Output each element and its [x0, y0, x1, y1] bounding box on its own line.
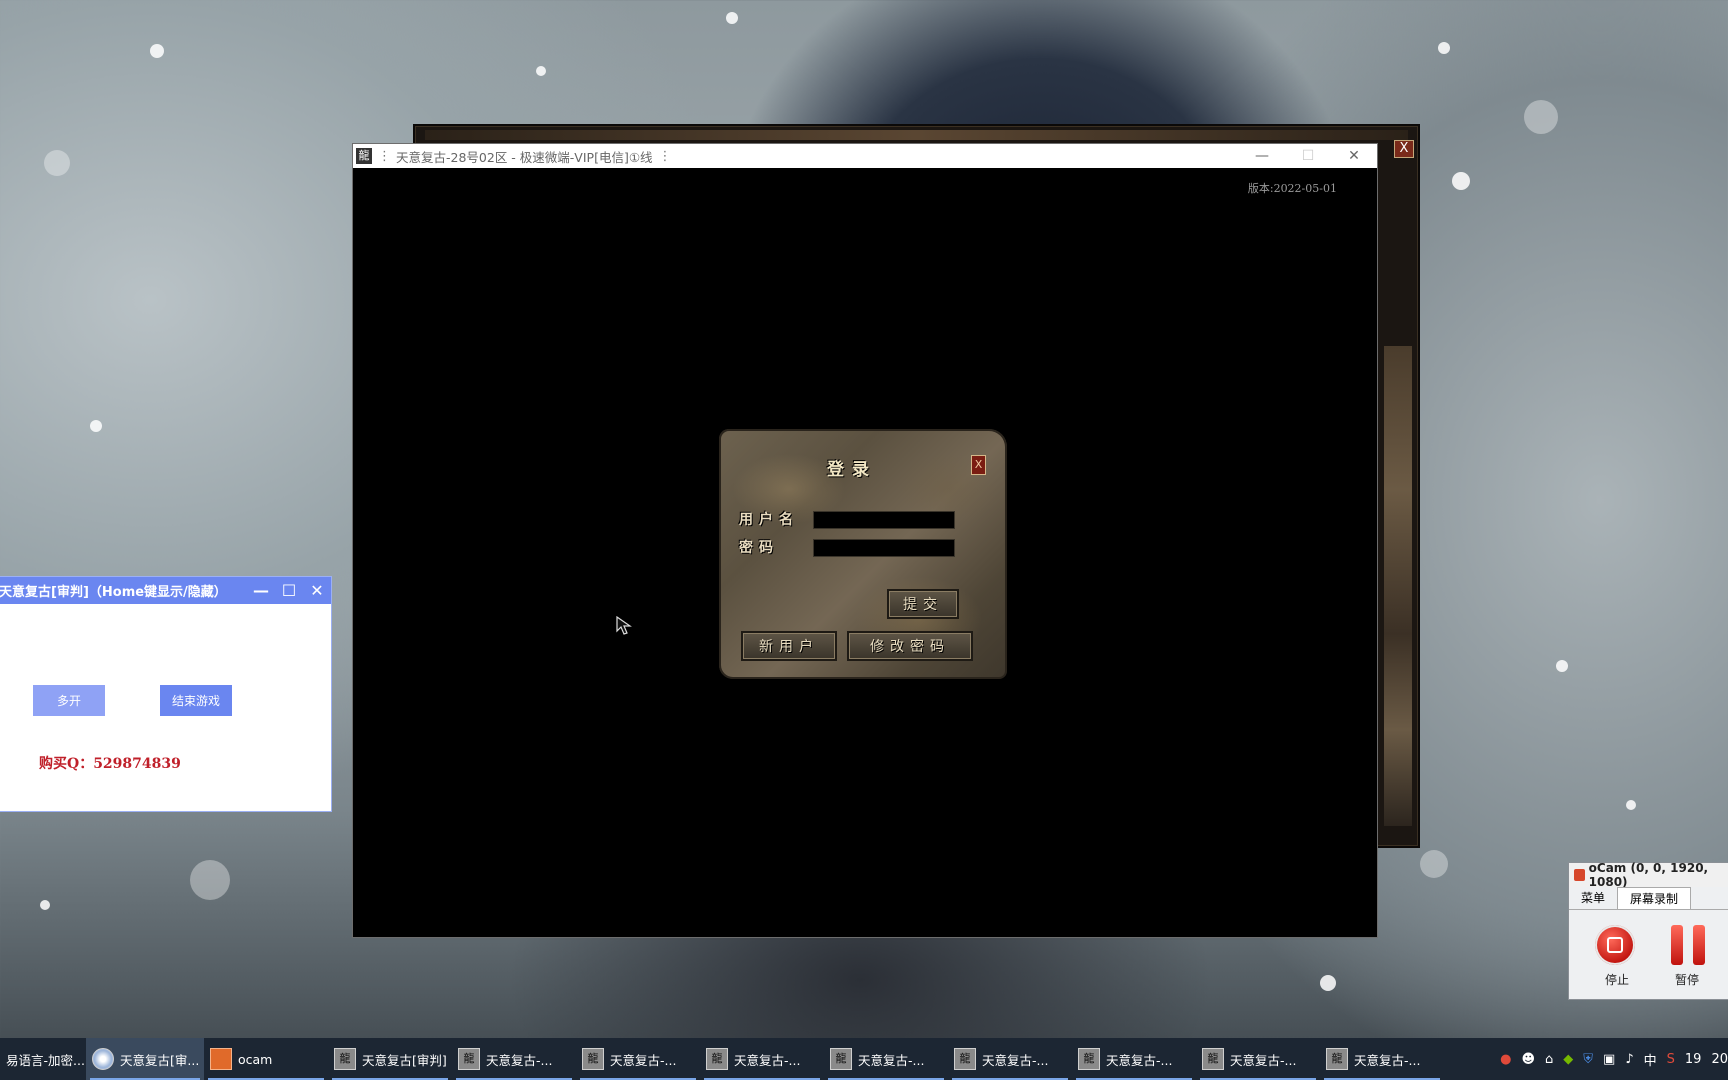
game-icon: 龍	[706, 1048, 728, 1070]
stop-record-icon[interactable]	[1595, 925, 1635, 965]
taskbar-item[interactable]: 龍 天意复古-...	[948, 1038, 1072, 1080]
new-user-button[interactable]: 新用户	[741, 631, 837, 661]
camera-icon	[210, 1048, 232, 1070]
pause-label: 暂停	[1675, 973, 1700, 987]
username-label: 用户名	[739, 512, 799, 528]
taskbar-item[interactable]: 天意复古[审...	[86, 1038, 204, 1080]
game-window-title: 天意复古-28号02区 - 极速微端-VIP[电信]①线	[396, 149, 653, 165]
taskbar-item-label: ocam	[238, 1051, 273, 1067]
taskbar-item-label: 天意复古[审...	[120, 1052, 200, 1068]
helper-titlebar[interactable]: 天意复古[审判]（Home键显示/隐藏） — ☐ ✕	[0, 577, 331, 604]
taskbar: 易语言-加密... 天意复古[审... ocam 龍 天意复古[审判] 龍 天意…	[0, 1038, 1728, 1080]
taskbar-item[interactable]: 龍 天意复古-...	[452, 1038, 576, 1080]
game-icon: 龍	[1202, 1048, 1224, 1070]
clock-time[interactable]: 19	[1685, 1052, 1702, 1067]
login-dialog: 登录 X 用户名 密码 提交 新用户 修改密码	[719, 429, 1007, 679]
stop-label: 停止	[1605, 973, 1630, 987]
minimize-button[interactable]: —	[1239, 144, 1285, 168]
password-label: 密码	[739, 540, 779, 556]
game-titlebar[interactable]: 龍 ⋮ 天意复古-28号02区 - 极速微端-VIP[电信]①线 ⋮ — ☐ ✕	[353, 144, 1377, 168]
taskbar-item[interactable]: 龍 天意复古-...	[1072, 1038, 1196, 1080]
version-label: 版本:2022-05-01	[1247, 182, 1337, 195]
game-icon: 龍	[1326, 1048, 1348, 1070]
game-icon: 龍	[1078, 1048, 1100, 1070]
taskbar-item[interactable]: 易语言-加密...	[0, 1038, 86, 1080]
game-icon: 龍	[954, 1048, 976, 1070]
taskbar-item-label: 天意复古-...	[858, 1052, 925, 1068]
taskbar-item-label: 天意复古[审判]	[362, 1052, 447, 1068]
nvidia-tray-icon[interactable]: ◆	[1563, 1052, 1573, 1067]
background-close-button[interactable]: X	[1394, 140, 1414, 158]
taskbar-item-label: 天意复古-...	[1230, 1052, 1297, 1068]
username-input[interactable]	[813, 511, 955, 529]
penguin-tray-icon[interactable]: ☻	[1521, 1052, 1535, 1067]
game-icon: 龍	[334, 1048, 356, 1070]
taskbar-item[interactable]: 龍 天意复古-...	[1320, 1038, 1444, 1080]
sogou-tray-icon[interactable]: S	[1667, 1052, 1675, 1067]
network-tray-icon[interactable]: ⌂	[1545, 1052, 1553, 1067]
title-separator: ⋮	[378, 148, 391, 164]
taskbar-item[interactable]: 龍 天意复古[审判]	[328, 1038, 452, 1080]
helper-maximize-button[interactable]: ☐	[275, 577, 303, 604]
disc-icon	[92, 1048, 114, 1070]
ocam-title: oCam (0, 0, 1920, 1080)	[1588, 861, 1709, 889]
helper-title: 天意复古[审判]（Home键显示/隐藏）	[0, 585, 227, 600]
taskbar-item-label: 天意复古-...	[1354, 1052, 1421, 1068]
pause-record-icon[interactable]	[1669, 925, 1707, 965]
security-tray-icon[interactable]: ⛨	[1583, 1052, 1593, 1067]
multi-open-button[interactable]: 多开	[33, 685, 105, 716]
game-icon: 龍	[582, 1048, 604, 1070]
game-app-icon: 龍	[356, 148, 372, 164]
ocam-titlebar[interactable]: oCam (0, 0, 1920, 1080)	[1569, 861, 1728, 889]
ocam-app-icon	[1574, 869, 1585, 881]
taskbar-item[interactable]: 龍 天意复古-...	[700, 1038, 824, 1080]
close-button[interactable]: ✕	[1331, 144, 1377, 168]
password-input[interactable]	[813, 539, 955, 557]
taskbar-item-label: 易语言-加密...	[6, 1052, 85, 1068]
taskbar-item-label: 天意复古-...	[486, 1052, 553, 1068]
maximize-button[interactable]: ☐	[1285, 144, 1331, 168]
game-icon: 龍	[458, 1048, 480, 1070]
submit-button[interactable]: 提交	[887, 589, 959, 619]
title-separator-right: ⋮	[658, 148, 672, 164]
taskbar-item[interactable]: 龍 天意复古-...	[1196, 1038, 1320, 1080]
taskbar-item-label: 天意复古-...	[610, 1052, 677, 1068]
login-title: 登录	[827, 460, 877, 480]
record-tray-icon[interactable]: ●	[1500, 1052, 1511, 1067]
game-window: 龍 ⋮ 天意复古-28号02区 - 极速微端-VIP[电信]①线 ⋮ — ☐ ✕…	[352, 143, 1378, 938]
taskbar-item-label: 天意复古-...	[734, 1052, 801, 1068]
end-game-button[interactable]: 结束游戏	[160, 685, 232, 716]
taskbar-item-label: 天意复古-...	[982, 1052, 1049, 1068]
cursor-icon	[616, 616, 632, 635]
taskbar-item-label: 天意复古-...	[1106, 1052, 1173, 1068]
system-tray: ● ☻ ⌂ ◆ ⛨ ▣ ♪ 中 S 19 20	[1495, 1038, 1728, 1080]
ime-indicator[interactable]: 中	[1644, 1050, 1657, 1069]
helper-minimize-button[interactable]: —	[247, 577, 275, 604]
taskbar-item[interactable]: ocam	[204, 1038, 328, 1080]
buy-contact-text: 购买Q：529874839	[39, 756, 181, 772]
taskbar-item[interactable]: 龍 天意复古-...	[576, 1038, 700, 1080]
game-icon: 龍	[830, 1048, 852, 1070]
ocam-tab-menu[interactable]: 菜单	[1569, 887, 1617, 909]
helper-tool-window: 天意复古[审判]（Home键显示/隐藏） — ☐ ✕ 多开 结束游戏 购买Q：5…	[0, 576, 332, 812]
ocam-tab-screen-record[interactable]: 屏幕录制	[1617, 887, 1692, 909]
volume-tray-icon[interactable]: ♪	[1625, 1052, 1633, 1067]
helper-close-button[interactable]: ✕	[303, 577, 331, 604]
frame-ornament	[425, 130, 1408, 140]
monitor-tray-icon[interactable]: ▣	[1603, 1052, 1615, 1067]
taskbar-item[interactable]: 龍 天意复古-...	[824, 1038, 948, 1080]
scenery-strip	[1384, 346, 1412, 826]
clock-date[interactable]: 20	[1711, 1052, 1728, 1067]
login-close-button[interactable]: X	[971, 455, 986, 475]
ocam-window: oCam (0, 0, 1920, 1080) 菜单 屏幕录制 停止 暂停	[1568, 861, 1728, 1000]
change-password-button[interactable]: 修改密码	[847, 631, 973, 661]
